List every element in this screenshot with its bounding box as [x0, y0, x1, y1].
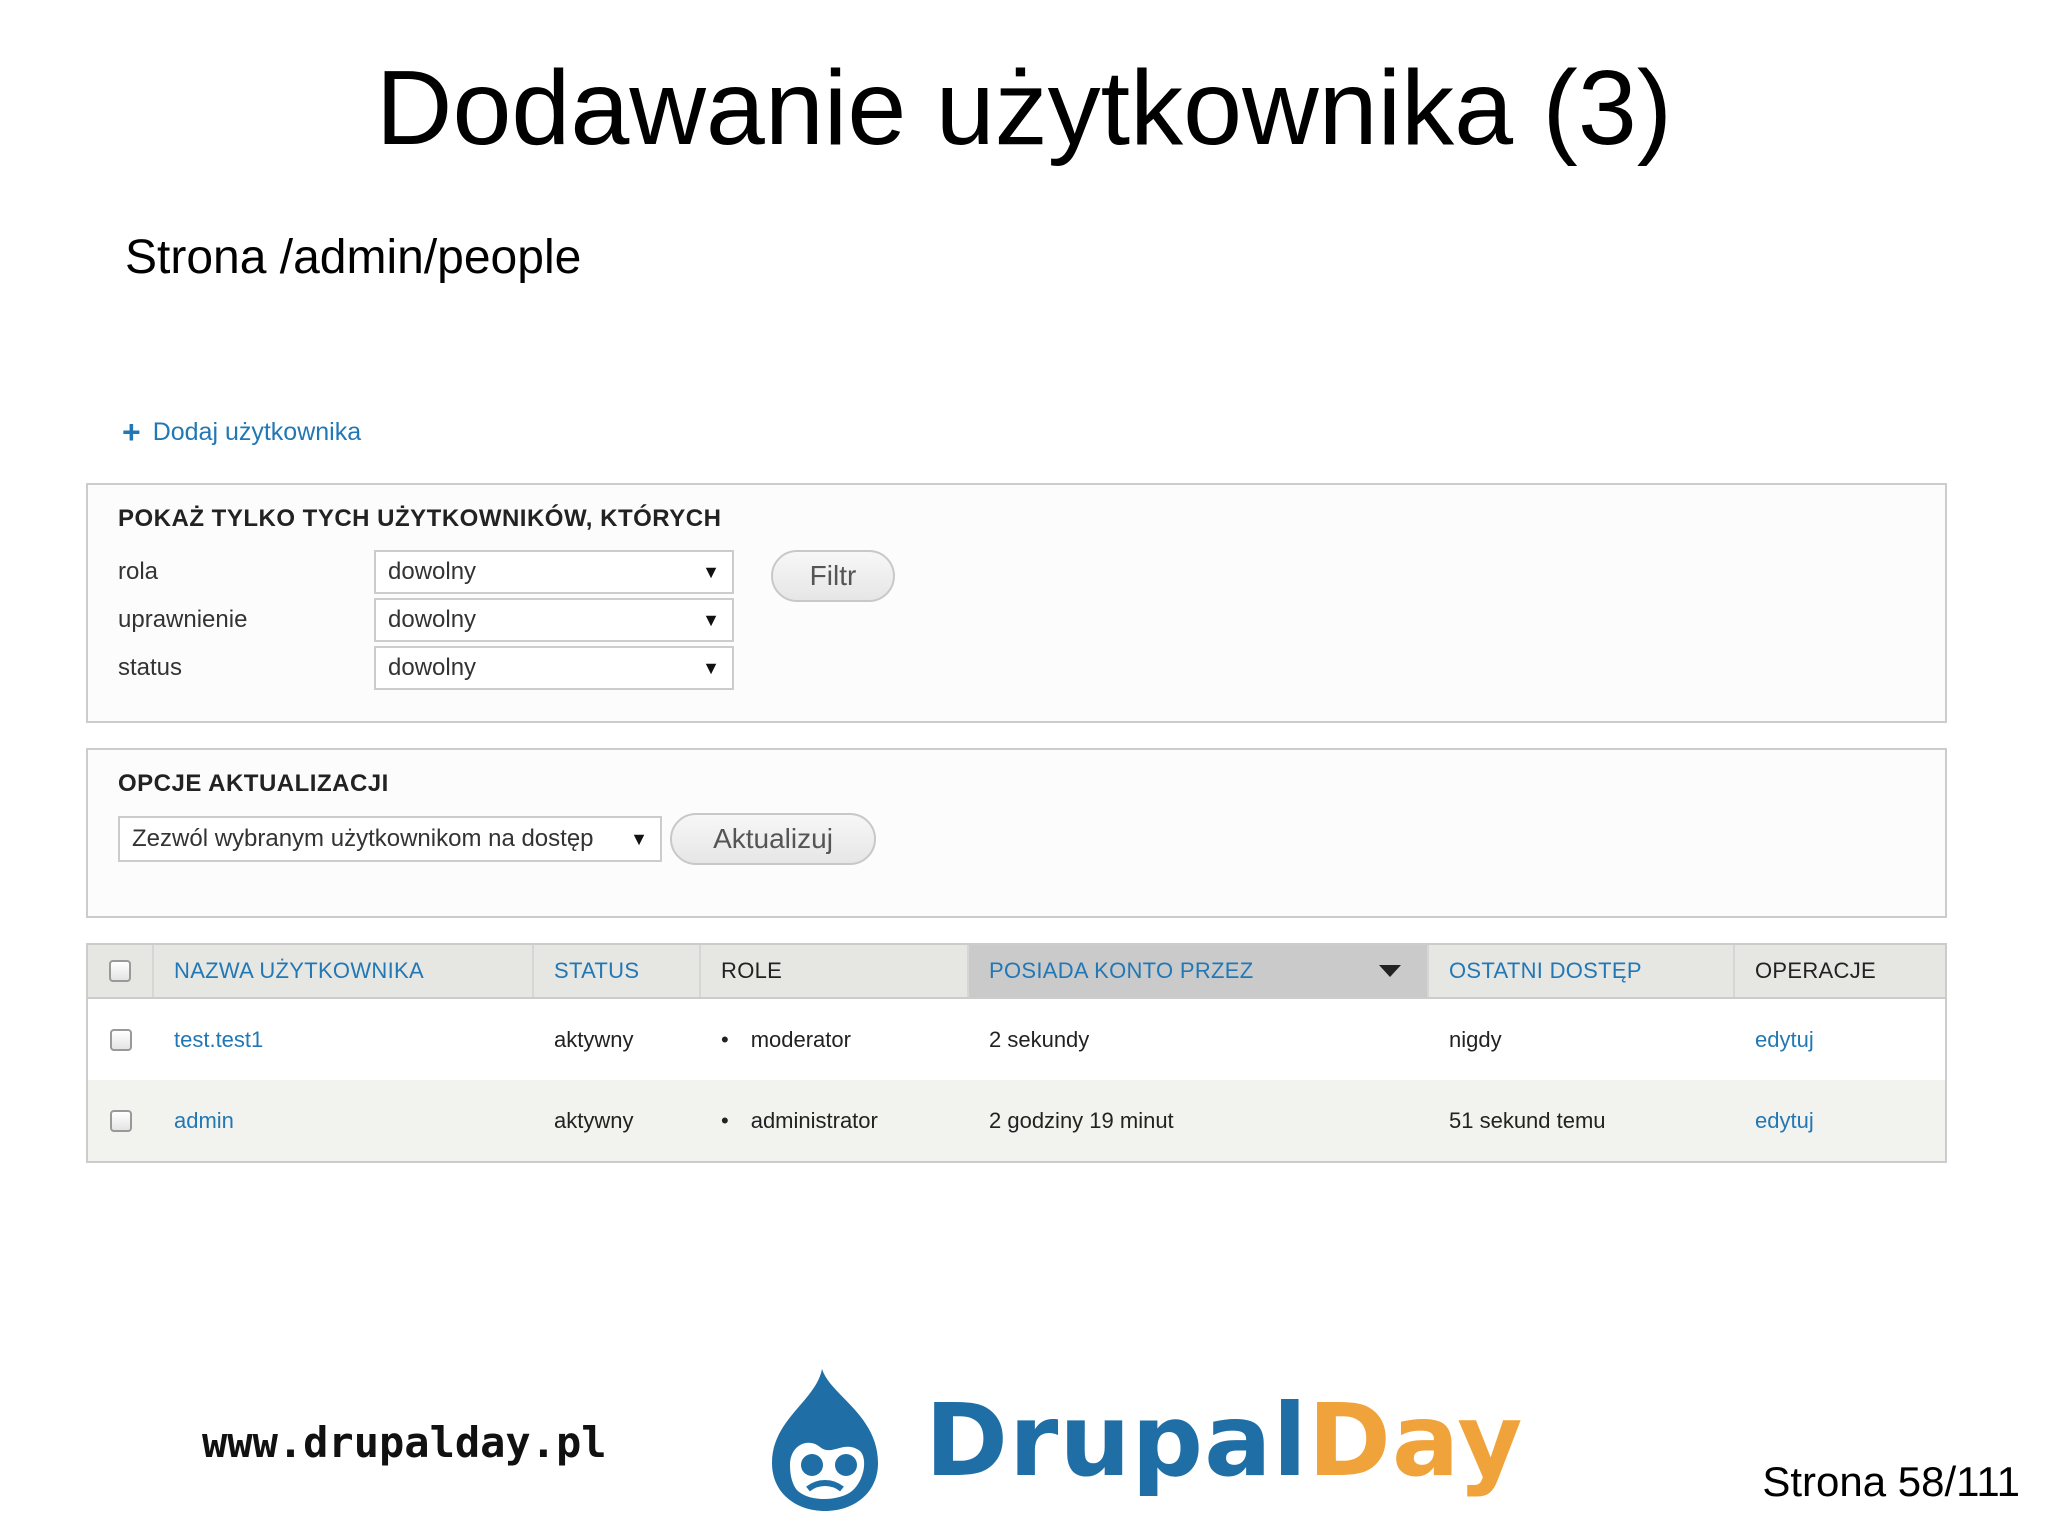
update-panel: OPCJE AKTUALIZACJI Zezwól wybranym użytk…: [86, 748, 1947, 918]
role-select-value: dowolny: [388, 558, 477, 585]
member-for-cell: 2 sekundy: [989, 1026, 1090, 1052]
add-user-label: Dodaj użytkownika: [152, 417, 362, 446]
filter-label-role: rola: [118, 558, 159, 585]
dropdown-arrow-icon: ▼: [702, 609, 720, 630]
slide-title: Dodawanie użytkownika (3): [375, 49, 1673, 167]
username-link[interactable]: admin: [154, 1108, 534, 1134]
edit-link[interactable]: edytuj: [1735, 1108, 1945, 1134]
dropdown-arrow-icon: ▼: [630, 828, 648, 849]
roles-cell: • moderator: [701, 1027, 969, 1053]
bullet: •: [721, 1026, 729, 1052]
status-select-value: dowolny: [388, 654, 477, 681]
permission-select[interactable]: dowolny ▼: [374, 598, 734, 642]
filter-row-permission: uprawnienie dowolny ▼: [118, 598, 734, 642]
select-all-checkbox[interactable]: [109, 960, 131, 982]
dropdown-arrow-icon: ▼: [702, 657, 720, 678]
update-action-value: Zezwól wybranym użytkownikom na dostęp: [132, 825, 594, 852]
role-select[interactable]: dowolny ▼: [374, 550, 734, 594]
drupalday-logo-text: DrupalDay: [925, 1382, 1523, 1499]
logo-drupal: Drupal: [925, 1382, 1308, 1499]
dropdown-arrow-icon: ▼: [702, 561, 720, 582]
header-username[interactable]: NAZWA UŻYTKOWNIKA: [154, 945, 534, 997]
permission-select-value: dowolny: [388, 606, 477, 633]
status-select[interactable]: dowolny ▼: [374, 646, 734, 690]
filter-button[interactable]: Filtr: [771, 550, 895, 602]
filter-legend: POKAŻ TYLKO TYCH UŻYTKOWNIKÓW, KTÓRYCH: [118, 505, 722, 532]
add-user-link[interactable]: + Dodaj użytkownika: [122, 416, 361, 448]
last-access-cell: 51 sekund temu: [1449, 1107, 1606, 1133]
username-link[interactable]: test.test1: [154, 1027, 534, 1053]
header-roles: ROLE: [701, 945, 969, 997]
bullet: •: [721, 1107, 729, 1133]
update-button[interactable]: Aktualizuj: [670, 813, 876, 865]
status-cell: aktywny: [554, 1107, 634, 1133]
update-action-select[interactable]: Zezwól wybranym użytkownikom na dostęp ▼: [118, 816, 662, 862]
table-row: admin aktywny • administrator 2 godziny 1…: [88, 1080, 1945, 1161]
header-last-access[interactable]: OSTATNI DOSTĘP: [1429, 945, 1735, 997]
status-cell: aktywny: [554, 1026, 634, 1052]
row-checkbox[interactable]: [110, 1028, 132, 1051]
users-table: NAZWA UŻYTKOWNIKA STATUS ROLE POSIADA KO…: [86, 943, 1947, 1163]
table-header: NAZWA UŻYTKOWNIKA STATUS ROLE POSIADA KO…: [88, 945, 1945, 999]
row-select-cell: [88, 1109, 154, 1132]
row-select-cell: [88, 1028, 154, 1051]
member-for-cell: 2 godziny 19 minut: [989, 1107, 1174, 1133]
footer-url: www.drupalday.pl: [202, 1418, 607, 1467]
header-operations: OPERACJE: [1755, 958, 1876, 983]
role-name: administrator: [750, 1107, 878, 1133]
drupal-drop-icon: [772, 1369, 878, 1511]
edit-link[interactable]: edytuj: [1735, 1027, 1945, 1053]
role-name: moderator: [750, 1026, 851, 1052]
select-all-cell: [88, 945, 154, 997]
header-member-for[interactable]: POSIADA KONTO PRZEZ: [969, 945, 1429, 997]
plus-icon: +: [122, 414, 141, 450]
table-row: test.test1 aktywny • moderator 2 sekundy …: [88, 999, 1945, 1080]
last-access-cell: nigdy: [1449, 1026, 1502, 1052]
logo-day: Day: [1307, 1382, 1524, 1499]
filter-panel: POKAŻ TYLKO TYCH UŻYTKOWNIKÓW, KTÓRYCH r…: [86, 483, 1947, 723]
filter-row-role: rola dowolny ▼: [118, 550, 734, 594]
roles-cell: • administrator: [701, 1108, 969, 1134]
filter-row-status: status dowolny ▼: [118, 646, 734, 690]
row-checkbox[interactable]: [110, 1109, 132, 1132]
page-number: Strona 58/111: [1762, 1458, 2020, 1505]
header-member-for-label: POSIADA KONTO PRZEZ: [989, 958, 1254, 983]
header-status[interactable]: STATUS: [534, 945, 701, 997]
sort-desc-icon: [1379, 965, 1401, 977]
update-legend: OPCJE AKTUALIZACJI: [118, 770, 389, 797]
slide-subtitle: Strona /admin/people: [125, 231, 582, 284]
filter-label-status: status: [118, 654, 183, 681]
filter-label-permission: uprawnienie: [118, 606, 248, 633]
